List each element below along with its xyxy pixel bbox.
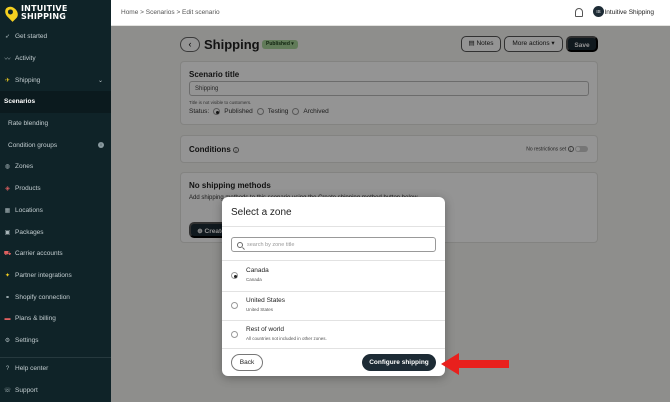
zone-radio[interactable]: [231, 272, 238, 279]
sidebar-item-get-started[interactable]: ➶ Get started: [0, 26, 111, 48]
help-icon: ?: [5, 365, 10, 372]
sidebar: INTUITIVE SHIPPING ➶ Get started 〰 Activit…: [0, 0, 111, 402]
activity-icon: 〰: [4, 57, 11, 64]
sidebar-item-packages[interactable]: ▣ Packages: [0, 221, 111, 243]
shipping-icon: ✈: [4, 77, 11, 84]
zone-search[interactable]: [231, 237, 436, 252]
sidebar-item-help-center[interactable]: ? Help center: [0, 358, 111, 380]
bell-icon[interactable]: [575, 8, 583, 17]
gear-icon: ⚙: [4, 337, 11, 344]
zone-option-united-states[interactable]: United States United States: [222, 291, 445, 320]
modal-title: Select a zone: [231, 207, 292, 218]
sidebar-item-products[interactable]: ◈ Products: [0, 178, 111, 200]
select-zone-modal: Select a zone Canada Canada United State…: [222, 197, 445, 376]
configure-shipping-button[interactable]: Configure shipping: [362, 354, 436, 371]
location-pin-icon: [2, 4, 21, 22]
sidebar-item-activity[interactable]: 〰 Activity: [0, 48, 111, 70]
chevron-down-icon: ⌄: [97, 77, 103, 84]
tag-icon: ◈: [5, 186, 10, 193]
back-button[interactable]: Back: [231, 354, 263, 371]
sidebar-item-scenarios[interactable]: Scenarios: [0, 91, 111, 113]
sidebar-item-shipping[interactable]: ✈ Shipping ⌄: [0, 69, 111, 91]
truck-icon: ⛟: [3, 250, 12, 257]
handshake-icon: ✦: [4, 272, 11, 279]
brand-line2: SHIPPING: [21, 12, 66, 21]
zone-option-canada[interactable]: Canada Canada: [222, 261, 445, 290]
app-logo[interactable]: INTUITIVE SHIPPING: [0, 0, 111, 26]
globe-icon: ◍: [4, 164, 11, 171]
link-icon: ⚭: [4, 294, 11, 301]
zone-option-rest-of-world[interactable]: Rest of world All countries not included…: [222, 320, 445, 349]
sidebar-item-rate-blending[interactable]: Rate blending: [0, 113, 111, 135]
sidebar-item-partner-integrations[interactable]: ✦ Partner integrations: [0, 265, 111, 287]
sidebar-item-plans-billing[interactable]: ▬ Plans & billing: [0, 308, 111, 330]
divider: [222, 226, 445, 227]
sidebar-item-condition-groups[interactable]: Condition groups i: [0, 134, 111, 156]
zone-radio[interactable]: [231, 331, 238, 338]
sidebar-item-carrier-accounts[interactable]: ⛟ Carrier accounts: [0, 243, 111, 265]
sidebar-item-zones[interactable]: ◍ Zones: [0, 156, 111, 178]
support-icon: ☏: [3, 388, 12, 395]
breadcrumb[interactable]: Home > Scenarios > Edit scenario: [121, 9, 220, 16]
card-icon: ▬: [4, 315, 11, 322]
divider: [222, 348, 445, 349]
rocket-icon: ➶: [4, 34, 11, 41]
top-bar: Home > Scenarios > Edit scenario IS Intu…: [111, 0, 670, 26]
box-icon: ▣: [4, 229, 11, 236]
avatar[interactable]: IS: [593, 6, 604, 17]
building-icon: ▦: [4, 207, 11, 214]
user-name[interactable]: Intuitive Shipping: [604, 9, 654, 16]
sidebar-item-shopify-connection[interactable]: ⚭ Shopify connection: [0, 286, 111, 308]
zone-search-input[interactable]: [247, 241, 427, 248]
info-icon: i: [98, 142, 104, 149]
search-icon: [237, 241, 243, 248]
sidebar-item-settings[interactable]: ⚙ Settings: [0, 330, 111, 352]
annotation-arrow-icon: [441, 353, 509, 375]
sidebar-item-support[interactable]: ☏ Support: [0, 380, 111, 402]
sidebar-item-locations[interactable]: ▦ Locations: [0, 200, 111, 222]
zone-radio[interactable]: [231, 302, 238, 309]
